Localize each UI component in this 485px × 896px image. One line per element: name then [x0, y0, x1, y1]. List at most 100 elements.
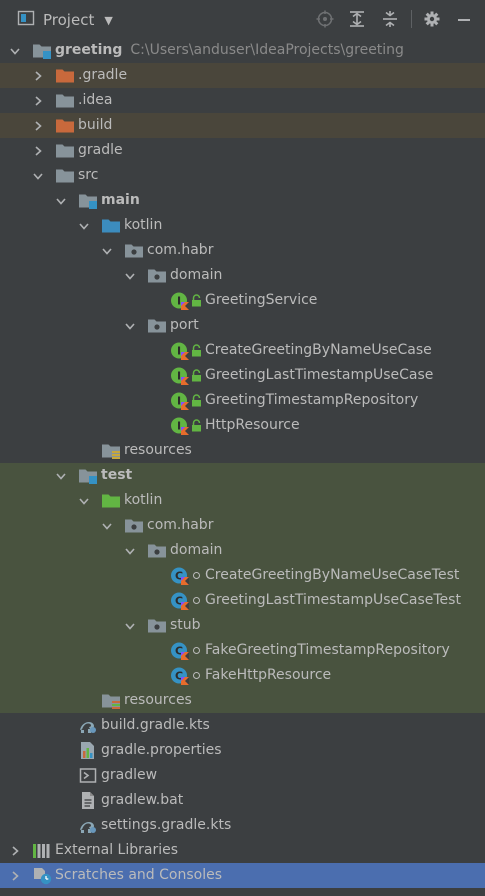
tree-node[interactable]: .idea: [0, 88, 485, 113]
folder-icon: [55, 141, 75, 160]
tree-node[interactable]: gradle.properties: [0, 738, 485, 763]
chevron-right-icon[interactable]: [8, 863, 22, 888]
project-view-title: Project: [43, 11, 95, 29]
tree-node[interactable]: kotlin: [0, 213, 485, 238]
tree-node[interactable]: kotlin: [0, 488, 485, 513]
chevron-down-icon[interactable]: [123, 613, 137, 638]
tree-node[interactable]: domain: [0, 538, 485, 563]
tree-node[interactable]: I GreetingTimestampRepository: [0, 388, 485, 413]
package-icon: [124, 516, 144, 535]
chevron-down-icon[interactable]: [8, 38, 22, 63]
lock-icon: [191, 369, 202, 382]
tree-node-label: External Libraries: [55, 842, 178, 858]
project-view-selector[interactable]: Project ▼: [17, 9, 113, 31]
tree-node-label: com.habr: [147, 517, 214, 533]
kotlin-interface-icon: I: [170, 416, 190, 435]
folder-green-icon: [101, 491, 121, 510]
tree-node[interactable]: I CreateGreetingByNameUseCase: [0, 338, 485, 363]
chevron-down-icon[interactable]: [31, 163, 45, 188]
module-icon: [32, 41, 52, 60]
chevron-down-icon[interactable]: [77, 213, 91, 238]
chevron-down-icon[interactable]: [54, 463, 68, 488]
tree-node[interactable]: gradlew: [0, 763, 485, 788]
tree-node-label: port: [170, 317, 199, 333]
tree-node[interactable]: port: [0, 313, 485, 338]
chevron-down-icon[interactable]: [123, 263, 137, 288]
tree-node-label: FakeHttpResource: [205, 667, 332, 683]
chevron-right-icon[interactable]: [31, 88, 45, 113]
tree-node[interactable]: I GreetingService: [0, 288, 485, 313]
tree-node[interactable]: .gradle: [0, 63, 485, 88]
package-icon: [147, 616, 167, 635]
resources-folder-icon: [101, 441, 121, 460]
tree-node[interactable]: greeting C:\Users\anduser\IdeaProjects\gr…: [0, 38, 485, 63]
locate-icon[interactable]: [315, 9, 335, 29]
tree-node-label: CreateGreetingByNameUseCase: [205, 342, 432, 358]
tree-node-label: domain: [170, 267, 223, 283]
chevron-right-icon[interactable]: [31, 113, 45, 138]
package-icon: [147, 266, 167, 285]
chevron-right-icon[interactable]: [31, 63, 45, 88]
tree-node-label: test: [101, 467, 133, 483]
tree-node[interactable]: test: [0, 463, 485, 488]
tree-node[interactable]: build: [0, 113, 485, 138]
tree-node[interactable]: C CreateGreetingByNameUseCaseTest: [0, 563, 485, 588]
chevron-down-icon[interactable]: [77, 488, 91, 513]
chevron-down-icon[interactable]: [123, 538, 137, 563]
tree-node-label: kotlin: [124, 217, 163, 233]
lock-icon: [191, 419, 202, 432]
tree-node-label: settings.gradle.kts: [101, 817, 232, 833]
tree-node[interactable]: settings.gradle.kts: [0, 813, 485, 838]
chevron-down-icon[interactable]: [100, 513, 114, 538]
tree-node-label: gradlew: [101, 767, 158, 783]
chevron-down-icon: ▼: [104, 13, 113, 27]
chevron-right-icon[interactable]: [31, 138, 45, 163]
folder-orange-icon: [55, 66, 75, 85]
tree-node[interactable]: C GreetingLastTimestampUseCaseTest: [0, 588, 485, 613]
visibility-dot-icon: [193, 647, 200, 654]
tree-node[interactable]: resources: [0, 688, 485, 713]
chevron-down-icon[interactable]: [100, 238, 114, 263]
tree-node[interactable]: src: [0, 163, 485, 188]
visibility-dot-icon: [193, 572, 200, 579]
tree-node[interactable]: C FakeGreetingTimestampRepository: [0, 638, 485, 663]
minimize-icon[interactable]: [454, 9, 474, 29]
visibility-dot-icon: [193, 597, 200, 604]
chevron-down-icon[interactable]: [123, 313, 137, 338]
tree-node[interactable]: gradle: [0, 138, 485, 163]
gear-icon[interactable]: [422, 9, 442, 29]
tree-node-label: main: [101, 192, 140, 208]
tree-node[interactable]: com.habr: [0, 513, 485, 538]
chevron-right-icon[interactable]: [8, 838, 22, 863]
svg-text:I: I: [177, 420, 181, 433]
tree-node[interactable]: stub: [0, 613, 485, 638]
tree-node[interactable]: Scratches and Consoles: [0, 863, 485, 888]
kotlin-interface-icon: I: [170, 366, 190, 385]
tree-node[interactable]: C FakeHttpResource: [0, 663, 485, 688]
tree-node[interactable]: gradlew.bat: [0, 788, 485, 813]
chevron-down-icon[interactable]: [54, 188, 68, 213]
tree-node-label: GreetingTimestampRepository: [205, 392, 419, 408]
tree-node-label: GreetingService: [205, 292, 318, 308]
tree-node-label: FakeGreetingTimestampRepository: [205, 642, 450, 658]
tree-node[interactable]: main: [0, 188, 485, 213]
tree-node[interactable]: domain: [0, 263, 485, 288]
module-folder-icon: [78, 466, 98, 485]
kotlin-class-icon: C: [170, 591, 190, 610]
properties-file-icon: [78, 741, 98, 760]
tree-node[interactable]: I GreetingLastTimestampUseCase: [0, 363, 485, 388]
project-window-icon: [17, 9, 35, 31]
tree-node[interactable]: com.habr: [0, 238, 485, 263]
collapse-all-icon[interactable]: [380, 9, 400, 29]
tree-node-label: build.gradle.kts: [101, 717, 210, 733]
tree-node[interactable]: I HttpResource: [0, 413, 485, 438]
tree-node[interactable]: resources: [0, 438, 485, 463]
tree-node-label: .idea: [78, 92, 113, 108]
kotlin-class-icon: C: [170, 641, 190, 660]
tree-node[interactable]: External Libraries: [0, 838, 485, 863]
tree-node-label: Scratches and Consoles: [55, 867, 222, 883]
tree-node[interactable]: build.gradle.kts: [0, 713, 485, 738]
svg-text:I: I: [177, 345, 181, 358]
scratches-icon: [32, 866, 52, 885]
expand-all-icon[interactable]: [347, 9, 367, 29]
